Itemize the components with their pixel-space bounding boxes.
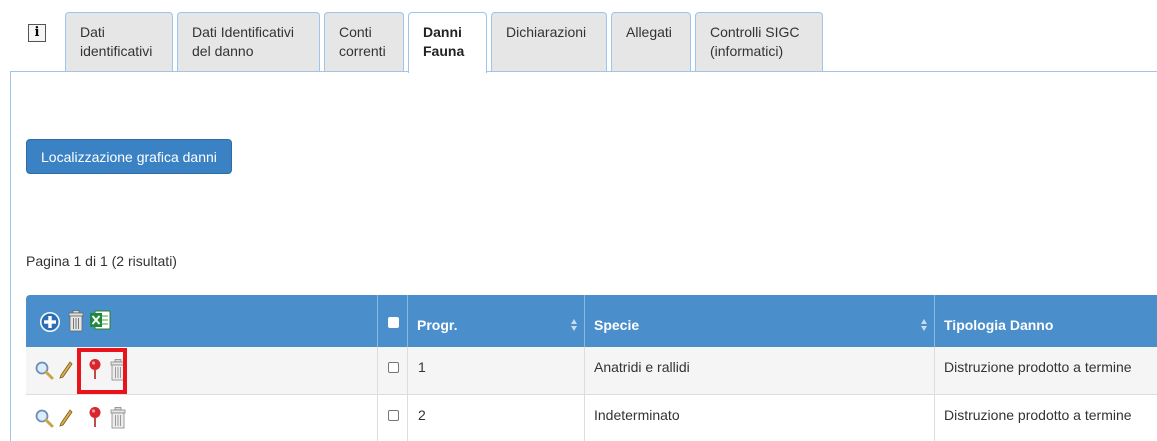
row-select-cell [377, 395, 407, 441]
select-all-cell [377, 295, 407, 347]
tab-label-line2: del danno [192, 43, 254, 59]
sort-icon [921, 319, 928, 331]
edit-icon[interactable] [58, 360, 74, 380]
tab-dati-identificativi[interactable]: Dati identificativi [65, 12, 173, 71]
tab-label-line2: identificativi [80, 43, 153, 59]
row-actions-cell [26, 395, 377, 441]
row-select-cell [377, 347, 407, 394]
tab-label-line2: Fauna [423, 43, 465, 59]
column-header-specie-label: Specie [594, 317, 640, 333]
view-icon[interactable] [34, 360, 54, 380]
cell-specie: Indeterminato [584, 395, 934, 441]
tab-label-line1: Allegati [626, 24, 672, 40]
column-header-progr-label: Progr. [417, 317, 458, 333]
tab-label-line2: (informatici) [710, 43, 784, 59]
sort-icon [571, 319, 578, 331]
highlight-annotation [77, 348, 127, 394]
select-all-checkbox[interactable] [388, 317, 399, 328]
cell-progr: 2 [407, 395, 584, 441]
table-row: 1 Anatridi e rallidi Distruzione prodott… [26, 347, 1157, 395]
tab-dati-identificativi-danno[interactable]: Dati Identificativi del danno [177, 12, 320, 71]
page: i Dati identificativi Dati Identificativ… [0, 0, 1157, 441]
tab-conti-correnti[interactable]: Conti correnti [324, 12, 404, 71]
add-icon[interactable] [39, 311, 61, 333]
trash-icon[interactable] [68, 310, 84, 332]
tab-label-line1: Conti [339, 24, 372, 40]
cell-specie: Anatridi e rallidi [584, 347, 934, 394]
column-header-progr[interactable]: Progr. [407, 295, 584, 347]
cell-tipologia: Distruzione prodotto a termine [934, 347, 1157, 394]
row-checkbox[interactable] [388, 410, 399, 421]
results-table: Progr. Specie Tipologia Danno 1 Anatridi… [26, 295, 1157, 441]
cell-progr: 1 [407, 347, 584, 394]
tab-label-line1: Dati Identificativi [192, 24, 294, 40]
toolbar-cell [26, 295, 377, 347]
tab-label-line1: Dati [80, 24, 105, 40]
cell-tipologia: Distruzione prodotto a termine [934, 395, 1157, 441]
pagination-info: Pagina 1 di 1 (2 risultati) [26, 253, 177, 269]
tab-label-line1: Controlli SIGC [710, 24, 800, 40]
column-header-tipologia[interactable]: Tipologia Danno [934, 295, 1157, 347]
view-icon[interactable] [34, 408, 54, 428]
tab-allegati[interactable]: Allegati [611, 12, 691, 71]
column-header-tipologia-label: Tipologia Danno [944, 317, 1054, 333]
tab-bar-divider [10, 71, 1157, 72]
edit-icon[interactable] [58, 408, 74, 428]
table-row: 2 Indeterminato Distruzione prodotto a t… [26, 395, 1157, 441]
tab-dichiarazioni[interactable]: Dichiarazioni [491, 12, 607, 71]
tab-label-line1: Danni [423, 24, 462, 40]
row-checkbox[interactable] [388, 362, 399, 373]
tab-label-line2: correnti [339, 43, 386, 59]
panel-border [10, 71, 11, 441]
excel-icon[interactable] [89, 309, 111, 331]
table-header: Progr. Specie Tipologia Danno [26, 295, 1157, 347]
localizzazione-grafica-button[interactable]: Localizzazione grafica danni [26, 139, 232, 174]
tab-controlli-sigc[interactable]: Controlli SIGC (informatici) [695, 12, 823, 71]
tab-label-line1: Dichiarazioni [506, 24, 587, 40]
tab-danni-fauna[interactable]: Danni Fauna [408, 12, 487, 73]
map-pin-icon[interactable] [88, 406, 102, 428]
column-header-specie[interactable]: Specie [584, 295, 934, 347]
trash-icon[interactable] [110, 407, 126, 429]
info-icon[interactable]: i [28, 24, 46, 42]
